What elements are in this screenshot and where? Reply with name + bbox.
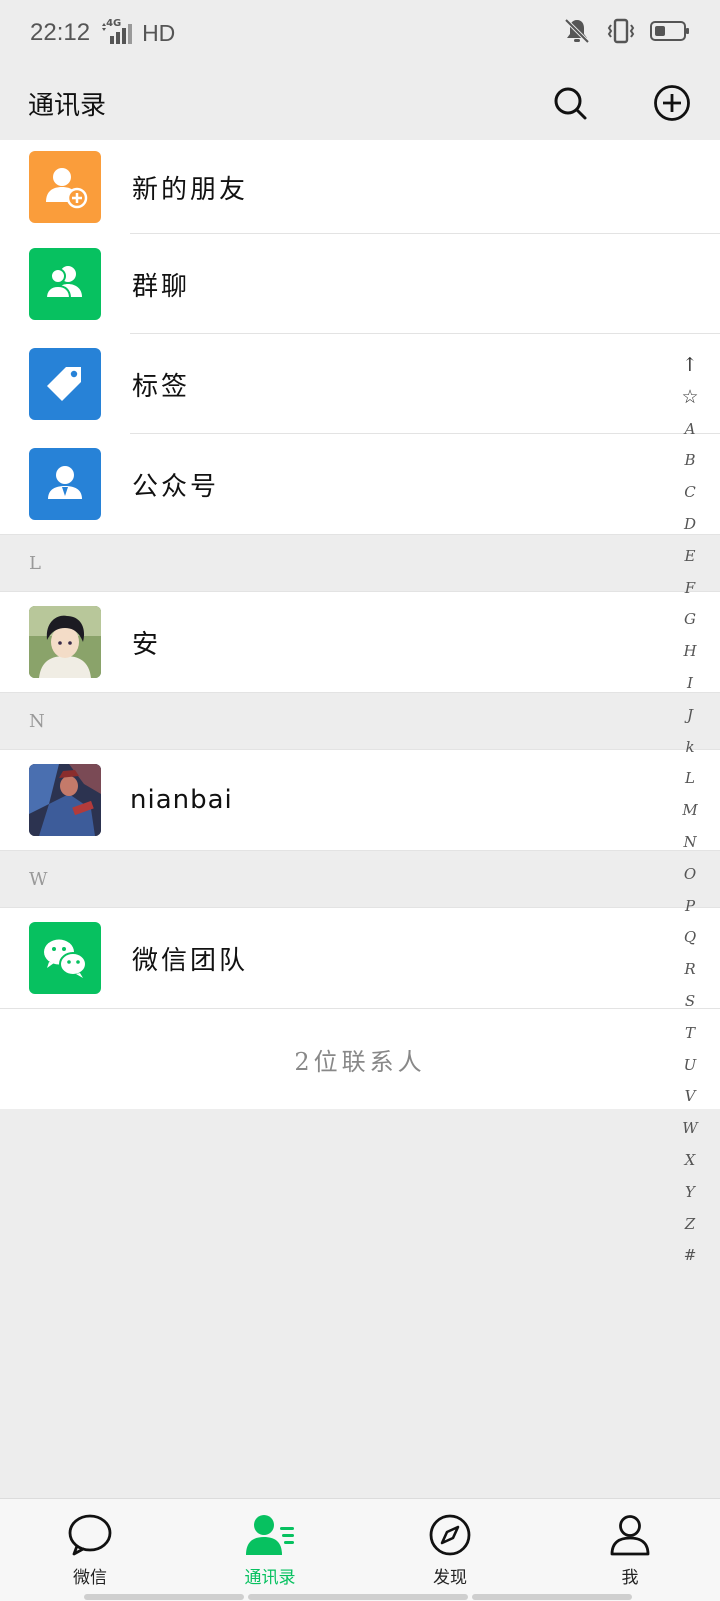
contact-count: 2位联系人 [0,1008,720,1109]
alphabet-letter[interactable]: V [685,1081,696,1113]
group-icon [44,266,82,299]
wechat-logo-icon [44,939,87,978]
alphabet-letter[interactable]: C [684,477,695,509]
tag-icon [47,367,81,401]
alphabet-letter[interactable]: D [684,509,696,541]
alphabet-letter[interactable]: k [685,732,694,764]
avatar [29,922,101,994]
add-friend-icon [46,168,88,209]
alphabet-letter[interactable]: ↑ [682,350,698,382]
alphabet-letter[interactable]: J [687,700,693,732]
new-friends-avatar [29,151,101,223]
bottom-tab-bar: 微信 通讯录 发现 我 [0,1498,720,1601]
gesture-bar-center [248,1594,468,1600]
tab-label: 微信 [73,1568,107,1588]
person-icon [610,1515,650,1556]
alphabet-letter[interactable]: T [685,1018,695,1050]
contact-photo-game-hero [29,764,101,836]
alphabet-letter[interactable]: E [685,541,696,573]
official-accounts-avatar [29,448,101,520]
alphabet-letter[interactable]: I [687,668,693,700]
page-title: 通讯录 [28,90,107,121]
contact-photo-anime-boy [29,606,101,678]
compass-icon [429,1514,471,1556]
alphabet-letter[interactable]: M [682,795,697,827]
contact-row[interactable]: 微信团队 [0,908,720,1008]
tab-label: 发现 [433,1568,467,1588]
alphabet-letter[interactable]: F [685,573,695,605]
mute-bell-icon [562,17,592,49]
tab-discover[interactable]: 发现 [360,1499,540,1601]
alphabet-letter[interactable]: S [685,986,695,1018]
add-button[interactable] [652,83,692,123]
alphabet-letter[interactable]: L [685,763,695,795]
app-header: 通讯录 [0,66,720,140]
alphabet-letter[interactable]: H [683,636,696,668]
signal-icon: 4G [100,18,133,44]
avatar [29,764,101,836]
contact-name: 微信团队 [132,945,249,976]
alphabet-letter[interactable]: Z [685,1209,695,1241]
alphabet-letter[interactable]: Q [684,922,696,954]
section-header-w: W [0,850,720,908]
alphabet-letter[interactable]: O [684,859,696,891]
contact-row[interactable]: 安 [0,592,720,692]
alphabet-letter[interactable]: N [683,827,696,859]
tab-label: 我 [621,1568,639,1588]
official-accounts-item[interactable]: 公众号 [0,434,720,534]
group-chats-label: 群聊 [132,271,191,302]
alphabet-letter[interactable]: A [685,414,696,446]
group-chats-avatar [29,248,101,320]
status-time: 22:12 [30,19,91,46]
search-button[interactable] [550,83,590,123]
tags-item[interactable]: 标签 [0,334,720,434]
tab-chats[interactable]: 微信 [0,1499,180,1601]
tab-me[interactable]: 我 [540,1499,720,1601]
alphabet-index[interactable]: ↑ ☆ A B C D E F G H I Jk L M N O P Q R S T U V W X Y Z # [674,350,706,1272]
contact-row[interactable]: nianbai [0,750,720,850]
status-bar: 22:12 4G HD [0,0,720,66]
gesture-bar-right [472,1594,632,1600]
search-icon [554,87,587,120]
contact-name: nianbai [130,785,233,815]
alphabet-letter[interactable]: # [684,1240,697,1272]
group-chats-item[interactable]: 群聊 [0,234,720,334]
contact-name: 安 [132,629,162,660]
official-account-icon [48,466,82,499]
contacts-icon [246,1515,294,1555]
tab-contacts[interactable]: 通讯录 [180,1499,360,1601]
alphabet-letter[interactable]: G [684,604,696,636]
alphabet-letter[interactable]: W [682,1113,697,1145]
plus-circle-icon [654,85,690,121]
hd-label: HD [142,19,176,46]
tags-avatar [29,348,101,420]
alphabet-letter[interactable]: ☆ [681,382,698,414]
network-label: 4G [106,18,122,29]
avatar [29,606,101,678]
alphabet-letter[interactable]: Y [685,1177,695,1209]
alphabet-letter[interactable]: X [685,1145,696,1177]
new-friends-item[interactable]: 新的朋友 [0,140,720,234]
section-header-n: N [0,692,720,750]
alphabet-letter[interactable]: B [684,445,695,477]
new-friends-label: 新的朋友 [132,174,249,205]
battery-icon [650,19,690,47]
alphabet-letter[interactable]: P [685,891,695,923]
official-accounts-label: 公众号 [132,471,220,502]
tab-label: 通讯录 [244,1568,296,1588]
vibrate-icon [606,17,636,49]
chat-bubble-icon [68,1514,112,1556]
tags-label: 标签 [132,371,191,402]
alphabet-letter[interactable]: R [684,954,695,986]
gesture-bar-left [84,1594,244,1600]
contact-list: 新的朋友 群聊 标签 公众号 L 安 N nianbai W 微信团队 2位联系… [0,140,720,1109]
alphabet-letter[interactable]: U [684,1050,697,1082]
section-header-l: L [0,534,720,592]
